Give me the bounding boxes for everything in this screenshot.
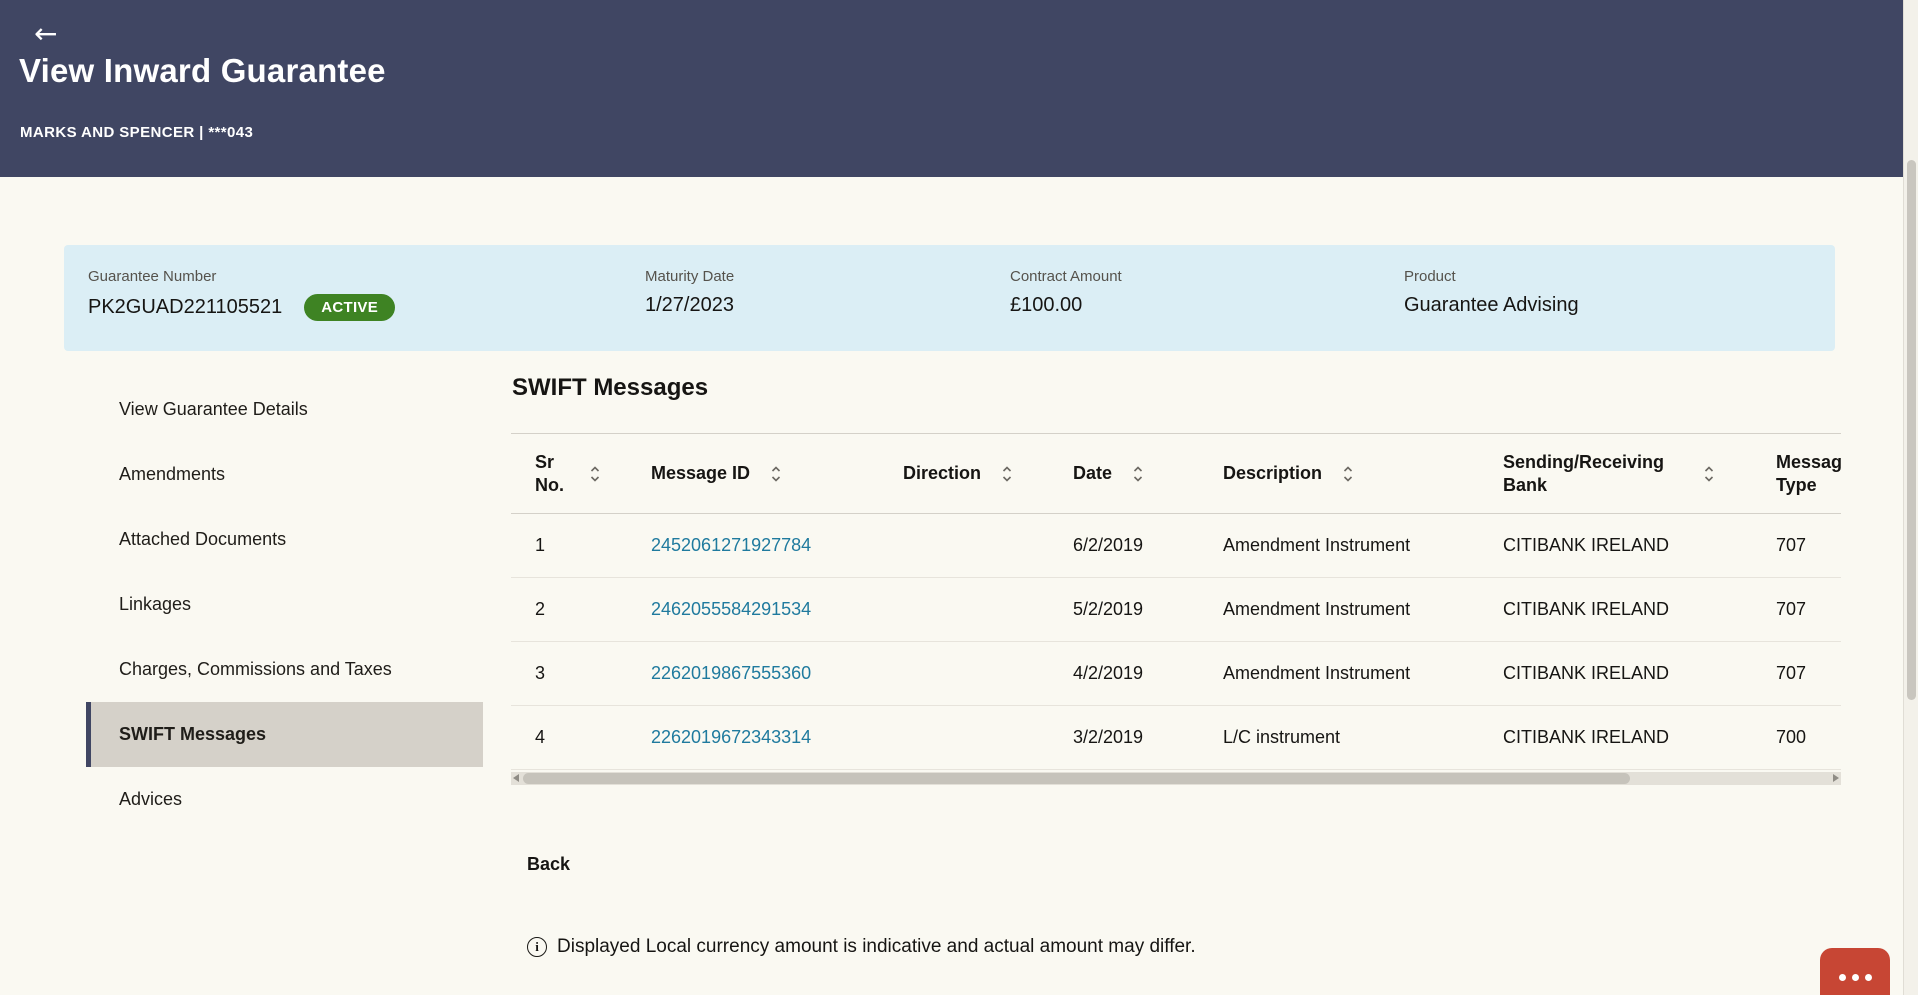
cell-sr-no: 2 <box>511 578 647 642</box>
guarantee-number-value: PK2GUAD221105521 <box>88 296 282 319</box>
cell-description: Amendment Instrument <box>1215 514 1495 578</box>
sidebar-item-swift-messages[interactable]: SWIFT Messages <box>86 702 483 767</box>
cell-bank: CITIBANK IRELAND <box>1495 514 1768 578</box>
cell-message-type: 707 <box>1768 514 1841 578</box>
swift-messages-panel: SWIFT Messages Sr No. Message ID <box>511 0 1841 995</box>
status-badge: ACTIVE <box>304 294 395 321</box>
cell-sr-no: 4 <box>511 706 647 770</box>
cell-date: 5/2/2019 <box>1065 578 1215 642</box>
column-header-message-type[interactable]: Message Type <box>1768 434 1841 514</box>
column-header-sending-receiving-bank[interactable]: Sending/Receiving Bank <box>1495 434 1768 514</box>
column-label: Description <box>1223 462 1322 485</box>
page-title: View Inward Guarantee <box>19 52 386 90</box>
message-id-link[interactable]: 2262019867555360 <box>651 663 811 683</box>
cell-description: Amendment Instrument <box>1215 578 1495 642</box>
sort-icon[interactable] <box>1342 464 1354 484</box>
cell-direction <box>895 514 1065 578</box>
back-arrow-icon[interactable]: ← <box>34 20 57 48</box>
column-label: Date <box>1073 462 1112 485</box>
message-id-link[interactable]: 2452061271927784 <box>651 535 811 555</box>
cell-bank: CITIBANK IRELAND <box>1495 578 1768 642</box>
sidebar-item-advices[interactable]: Advices <box>86 767 483 832</box>
message-id-link[interactable]: 2462055584291534 <box>651 599 811 619</box>
ellipsis-dots-icon <box>1839 974 1872 995</box>
column-label: Sending/Receiving Bank <box>1503 451 1683 496</box>
customer-subtitle: MARKS AND SPENCER | ***043 <box>20 124 253 141</box>
scroll-right-arrow-icon[interactable] <box>1833 774 1839 782</box>
message-id-link[interactable]: 2262019672343314 <box>651 727 811 747</box>
section-title: SWIFT Messages <box>512 374 708 402</box>
sort-icon[interactable] <box>1001 464 1013 484</box>
sidebar-item-attached-documents[interactable]: Attached Documents <box>86 507 483 572</box>
table-row: 3 2262019867555360 4/2/2019 Amendment In… <box>511 642 1841 706</box>
column-header-description[interactable]: Description <box>1215 434 1495 514</box>
sort-icon[interactable] <box>589 464 601 484</box>
cell-direction <box>895 578 1065 642</box>
sidebar-item-linkages[interactable]: Linkages <box>86 572 483 637</box>
sidebar: View Guarantee Details Amendments Attach… <box>86 377 483 832</box>
sort-icon[interactable] <box>1703 464 1715 484</box>
currency-info-note: i Displayed Local currency amount is ind… <box>527 936 1196 958</box>
cell-bank: CITIBANK IRELAND <box>1495 642 1768 706</box>
column-header-sr-no[interactable]: Sr No. <box>511 434 647 514</box>
table-header-row: Sr No. Message ID Direction Date <box>511 434 1841 514</box>
back-button[interactable]: Back <box>527 854 570 875</box>
sidebar-item-view-guarantee-details[interactable]: View Guarantee Details <box>86 377 483 442</box>
cell-message-type: 707 <box>1768 642 1841 706</box>
column-label: Direction <box>903 462 981 485</box>
cell-direction <box>895 706 1065 770</box>
column-label: Message Type <box>1776 451 1841 496</box>
sidebar-item-charges-commissions-taxes[interactable]: Charges, Commissions and Taxes <box>86 637 483 702</box>
table-row: 4 2262019672343314 3/2/2019 L/C instrume… <box>511 706 1841 770</box>
info-text: Displayed Local currency amount is indic… <box>557 936 1196 958</box>
cell-message-type: 700 <box>1768 706 1841 770</box>
chat-fab-button[interactable] <box>1820 948 1890 995</box>
horizontal-scrollbar[interactable] <box>511 772 1841 785</box>
cell-date: 3/2/2019 <box>1065 706 1215 770</box>
sidebar-item-amendments[interactable]: Amendments <box>86 442 483 507</box>
vertical-scrollbar[interactable] <box>1903 0 1918 995</box>
cell-description: L/C instrument <box>1215 706 1495 770</box>
cell-bank: CITIBANK IRELAND <box>1495 706 1768 770</box>
cell-sr-no: 3 <box>511 642 647 706</box>
cell-date: 6/2/2019 <box>1065 514 1215 578</box>
cell-direction <box>895 642 1065 706</box>
sort-icon[interactable] <box>770 464 782 484</box>
cell-message-type: 707 <box>1768 578 1841 642</box>
column-label: Sr No. <box>535 451 569 496</box>
horizontal-scrollbar-thumb[interactable] <box>523 773 1630 784</box>
column-header-direction[interactable]: Direction <box>895 434 1065 514</box>
scroll-left-arrow-icon[interactable] <box>513 774 519 782</box>
table-row: 2 2462055584291534 5/2/2019 Amendment In… <box>511 578 1841 642</box>
cell-date: 4/2/2019 <box>1065 642 1215 706</box>
swift-messages-table: Sr No. Message ID Direction Date <box>511 433 1841 770</box>
cell-sr-no: 1 <box>511 514 647 578</box>
column-label: Message ID <box>651 462 750 485</box>
sort-icon[interactable] <box>1132 464 1144 484</box>
cell-description: Amendment Instrument <box>1215 642 1495 706</box>
info-icon: i <box>527 937 547 957</box>
column-header-date[interactable]: Date <box>1065 434 1215 514</box>
column-header-message-id[interactable]: Message ID <box>647 434 895 514</box>
vertical-scrollbar-thumb[interactable] <box>1907 160 1916 700</box>
table-row: 1 2452061271927784 6/2/2019 Amendment In… <box>511 514 1841 578</box>
